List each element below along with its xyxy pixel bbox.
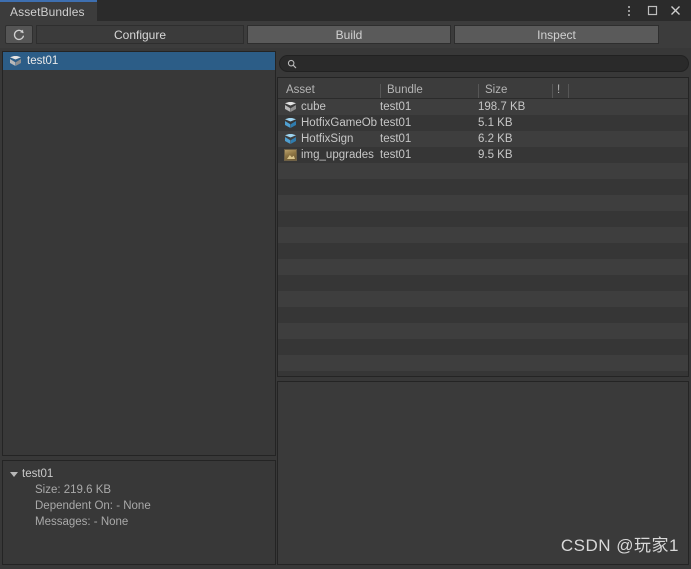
asset-bundle-cell: test01 [380,133,412,145]
prefab-cube-blue-icon [284,133,297,146]
mode-toolbar: Configure Build Inspect [0,21,691,48]
bundle-tree-panel[interactable]: test01 [2,51,276,456]
mode-button-configure-label: Configure [113,27,167,42]
table-row[interactable]: cube test01 198.7 KB [278,99,688,115]
asset-name-cell: img_upgrades [278,149,380,161]
asset-name-label: HotfixSign [301,133,354,145]
window-tab-bar: AssetBundles [0,0,691,21]
table-row[interactable]: img_upgrades test01 9.5 KB [278,147,688,163]
table-row-empty [278,163,688,179]
table-row-empty [278,243,688,259]
asset-name-label: cube [301,101,326,113]
table-row[interactable]: HotfixGameOb test01 5.1 KB [278,115,688,131]
mode-button-inspect[interactable]: Inspect [454,25,659,44]
bundle-cube-icon [9,55,22,68]
asset-list-panel[interactable]: Asset Bundle Size ! cube test01 198.7 KB… [277,77,689,377]
table-row-empty [278,259,688,275]
search-icon [287,59,297,68]
mode-button-inspect-label: Inspect [537,27,576,42]
asset-search-field[interactable] [279,55,689,72]
asset-name-label: HotfixGameOb [301,117,378,129]
table-row-empty [278,179,688,195]
asset-list-rows: cube test01 198.7 KB HotfixGameOb test01… [278,99,688,376]
table-row-empty [278,371,688,376]
table-row-empty [278,227,688,243]
asset-name-cell: HotfixSign [278,133,380,146]
table-row[interactable]: HotfixSign test01 6.2 KB [278,131,688,147]
asset-bundle-cell: test01 [380,149,412,161]
watermark-text: CSDN @玩家1 [560,536,679,555]
search-input[interactable] [301,56,688,71]
bundle-details-title: test01 [22,468,54,480]
asset-search-bar [279,55,689,72]
column-header-bundle[interactable]: Bundle [380,84,478,98]
column-header-size[interactable]: Size [478,84,552,98]
bundle-details-foldout[interactable]: test01 [3,466,275,482]
kebab-menu-icon[interactable] [622,4,636,18]
asset-bundle-cell: test01 [380,101,412,113]
close-icon[interactable] [668,4,682,18]
refresh-button[interactable] [5,25,33,44]
table-row-empty [278,323,688,339]
table-row-empty [278,355,688,371]
prefab-cube-blue-icon [284,117,297,130]
prefab-cube-grey-icon [284,101,297,114]
bundle-tree-item-test01[interactable]: test01 [3,52,275,70]
asset-size-cell: 5.1 KB [478,117,513,129]
bundle-details-panel: test01 Size: 219.6 KB Dependent On: - No… [2,460,276,565]
asset-name-cell: HotfixGameOb [278,117,380,130]
bundle-tree-item-label: test01 [27,55,59,67]
column-header-spacer [568,84,684,98]
mode-button-configure[interactable]: Configure [36,25,244,44]
table-row-empty [278,307,688,323]
asset-size-cell: 6.2 KB [478,133,513,145]
asset-name-label: img_upgrades [301,149,374,161]
tab-assetbundles[interactable]: AssetBundles [0,0,97,21]
bundle-detail-messages: Messages: - None [35,516,129,528]
window-controls [622,0,687,21]
asset-name-cell: cube [278,101,380,114]
table-row-empty [278,339,688,355]
mode-button-build[interactable]: Build [247,25,451,44]
bundle-detail-size: Size: 219.6 KB [35,484,112,496]
tab-assetbundles-label: AssetBundles [10,4,85,19]
bundle-detail-dependent-on: Dependent On: - None [35,500,151,512]
chevron-down-icon [10,471,18,477]
asset-bundle-cell: test01 [380,117,412,129]
mode-button-build-label: Build [335,27,363,42]
table-row-empty [278,275,688,291]
asset-size-cell: 9.5 KB [478,149,513,161]
refresh-icon [13,29,25,40]
column-header-message[interactable]: ! [552,84,568,98]
texture-icon [284,149,297,161]
asset-list-header: Asset Bundle Size ! [278,78,688,99]
table-row-empty [278,211,688,227]
column-header-asset[interactable]: Asset [278,84,380,98]
maximize-icon[interactable] [645,4,659,18]
table-row-empty [278,195,688,211]
table-row-empty [278,291,688,307]
asset-size-cell: 198.7 KB [478,101,526,113]
